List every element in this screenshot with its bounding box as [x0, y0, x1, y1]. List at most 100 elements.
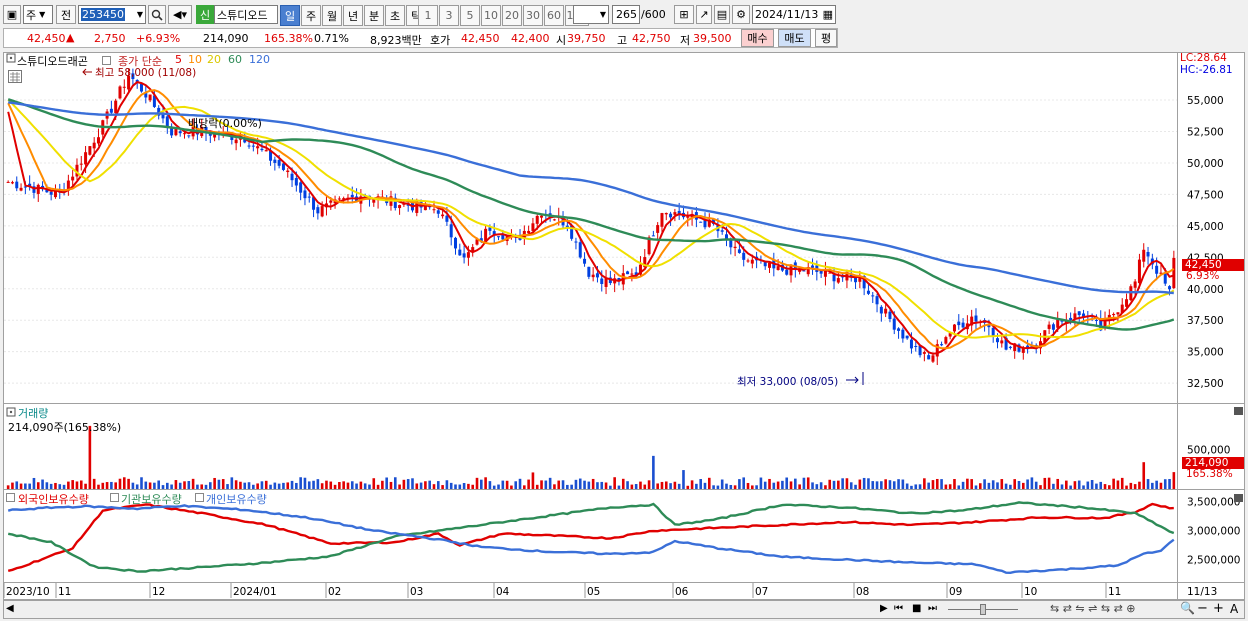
candle	[660, 213, 664, 227]
price-tick-label: 55,000	[1187, 95, 1224, 107]
candle	[84, 152, 88, 165]
candle	[458, 249, 462, 256]
volume-bar	[436, 481, 440, 489]
volume-bar	[596, 482, 599, 489]
volume-bar	[307, 481, 311, 489]
volume-bar	[535, 484, 539, 489]
series-checkbox[interactable]	[6, 493, 15, 502]
volume-bar	[187, 481, 191, 489]
candle	[118, 86, 122, 99]
candle	[466, 252, 470, 258]
volume-bar	[492, 485, 496, 489]
volume-bar	[604, 482, 608, 489]
volume-bar	[1017, 480, 1021, 489]
volume-bar	[789, 481, 793, 489]
candle	[673, 212, 677, 215]
volume-bar	[548, 477, 552, 489]
zoom-out-icon[interactable]: −	[1197, 601, 1208, 616]
candle	[750, 259, 754, 264]
volume-bar	[1082, 485, 1085, 489]
volume-bar	[785, 477, 789, 489]
candle	[1094, 319, 1098, 321]
scroll-left-icon[interactable]: ◀	[6, 603, 14, 614]
volume-bar	[363, 483, 367, 489]
candle	[587, 266, 591, 277]
volume-bar	[454, 484, 457, 489]
volume-bar	[776, 481, 780, 489]
volume-bar	[617, 485, 621, 489]
zoom-in-icon[interactable]: +	[1213, 601, 1224, 616]
volume-bar	[295, 482, 298, 489]
candle	[303, 190, 307, 199]
close-panel-icon[interactable]	[1234, 407, 1243, 415]
candle	[802, 270, 806, 272]
candle	[247, 145, 251, 147]
candle	[905, 335, 909, 339]
series-checkbox[interactable]	[110, 493, 119, 502]
volume-bar	[88, 425, 92, 489]
series-checkbox[interactable]	[195, 493, 204, 502]
volume-bar	[161, 485, 165, 489]
candle	[940, 344, 944, 346]
tool-icons[interactable]: ⇆ ⇄ ⇋ ⇌ ⇆ ⇄ ⊕	[1050, 602, 1136, 615]
close-panel-icon[interactable]	[1234, 494, 1243, 502]
volume-bar	[239, 481, 242, 489]
volume-bar	[217, 479, 221, 489]
candle	[122, 86, 126, 88]
candle	[445, 215, 449, 222]
volume-bar	[484, 477, 487, 489]
zoom-icon[interactable]: 🔍	[1180, 601, 1195, 615]
candle	[651, 235, 655, 237]
volume-bar	[58, 484, 62, 489]
candle	[307, 196, 311, 198]
volume-bar	[781, 480, 784, 489]
volume-bar	[428, 480, 431, 489]
volume-bar	[299, 477, 302, 489]
play-icon[interactable]: ⏭	[928, 603, 937, 614]
candle	[398, 205, 402, 209]
volume-bar	[269, 484, 272, 489]
candle	[320, 206, 324, 217]
chart-canvas[interactable]: 32,50035,00037,50040,00042,50045,00047,5…	[0, 0, 1248, 621]
ma120-label: 120	[249, 53, 270, 66]
text-size-icon[interactable]: A	[1230, 602, 1238, 616]
volume-bar	[196, 484, 199, 489]
last-pct-tag: 6.93%	[1186, 270, 1220, 282]
ma-checkbox[interactable]	[102, 56, 111, 65]
volume-bar	[953, 479, 956, 489]
table-icon[interactable]	[8, 70, 22, 83]
volume-bar	[131, 482, 135, 489]
volume-bar	[105, 482, 109, 489]
volume-bar	[1125, 485, 1128, 489]
volume-bar	[118, 478, 122, 489]
volume-bar	[6, 485, 10, 489]
zoom-slider-handle[interactable]	[980, 604, 986, 615]
candle	[669, 213, 673, 218]
scroll-right-icon[interactable]: ▶	[880, 603, 888, 614]
volume-bar	[445, 480, 449, 489]
volume-bar	[583, 480, 586, 489]
candle	[449, 224, 453, 238]
candle	[540, 215, 544, 218]
volume-bar	[858, 479, 862, 489]
volume-bar	[1021, 482, 1025, 489]
volume-bar	[67, 481, 70, 489]
candle	[819, 270, 823, 274]
volume-bar	[471, 484, 475, 489]
volume-bar	[862, 477, 866, 489]
volume-bar	[540, 480, 543, 489]
stop-icon[interactable]: ■	[912, 603, 921, 614]
candle	[1116, 312, 1120, 315]
volume-bar	[282, 482, 285, 489]
high-annotation: 최고 58,000 (11/08)	[95, 67, 197, 79]
volume-bar	[1099, 481, 1103, 489]
candle	[742, 252, 746, 260]
volume-bar	[1047, 477, 1051, 489]
volume-bar	[342, 481, 345, 489]
candle	[595, 273, 599, 278]
price-tick-label: 40,000	[1187, 284, 1224, 296]
rewind-icon[interactable]: ⏮	[894, 603, 903, 614]
volume-bar	[738, 479, 741, 489]
volume-bar	[514, 481, 518, 489]
candle	[299, 182, 303, 193]
